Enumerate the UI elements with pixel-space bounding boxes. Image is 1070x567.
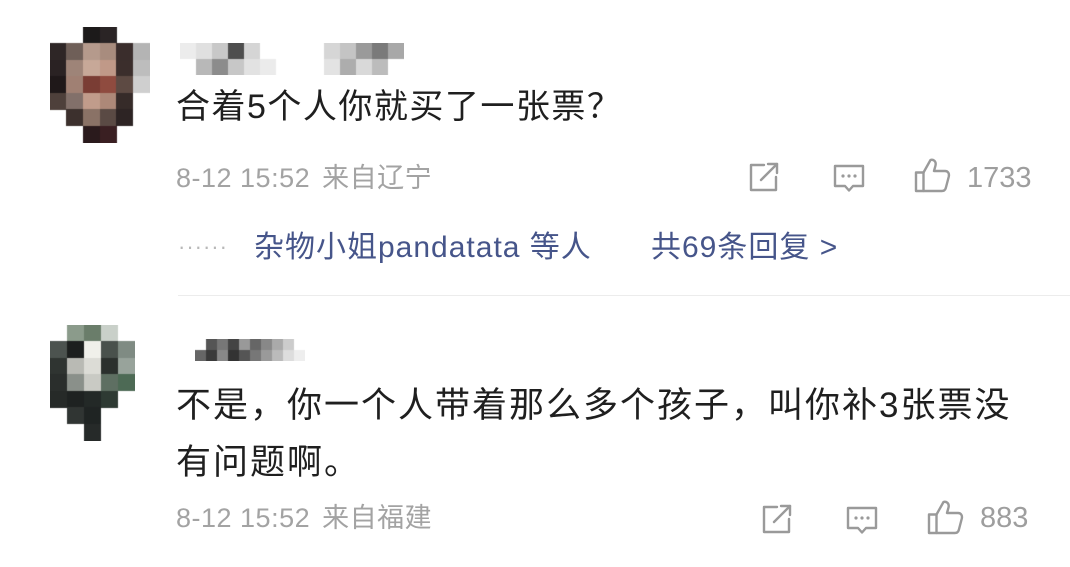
thumbs-up-icon xyxy=(914,158,951,193)
share-button[interactable] xyxy=(747,160,781,194)
comment-meta: 8-12 15:52 来自福建 xyxy=(176,502,432,534)
avatar[interactable] xyxy=(50,325,135,441)
username-redacted[interactable] xyxy=(195,339,305,361)
reply-button[interactable] xyxy=(845,503,879,537)
comment-location: 来自辽宁 xyxy=(322,163,433,193)
like-button[interactable] xyxy=(926,498,964,536)
like-count: 883 xyxy=(980,502,1029,534)
reply-button[interactable] xyxy=(832,161,866,195)
divider xyxy=(178,295,1070,296)
share-button[interactable] xyxy=(760,502,794,536)
like-count: 1733 xyxy=(967,162,1032,194)
thumbs-up-icon xyxy=(927,500,964,535)
like-button[interactable] xyxy=(913,156,951,194)
comment-text: 合着5个人你就买了一张票？ xyxy=(176,88,623,126)
comment-icon xyxy=(833,164,865,192)
comment-icon xyxy=(846,506,878,534)
comment-time: 8-12 15:52 xyxy=(176,163,311,193)
comment-meta: 8-12 15:52 来自辽宁 xyxy=(176,162,432,194)
view-replies-link[interactable]: 共69条回复 > xyxy=(651,230,838,266)
avatar[interactable] xyxy=(50,27,150,143)
comment-text: 不是，你一个人带着那么多个孩子，叫你补3张票没有问题啊。 xyxy=(176,386,1012,482)
comment-time: 8-12 15:52 xyxy=(176,503,311,533)
share-icon xyxy=(749,162,779,192)
share-icon xyxy=(762,504,792,534)
reply-authors-link[interactable]: 杂物小姐pandatata 等人 xyxy=(254,230,592,266)
username-redacted[interactable] xyxy=(180,43,404,75)
replies-dots: ······ xyxy=(178,234,228,259)
comment-location: 来自福建 xyxy=(322,503,433,533)
